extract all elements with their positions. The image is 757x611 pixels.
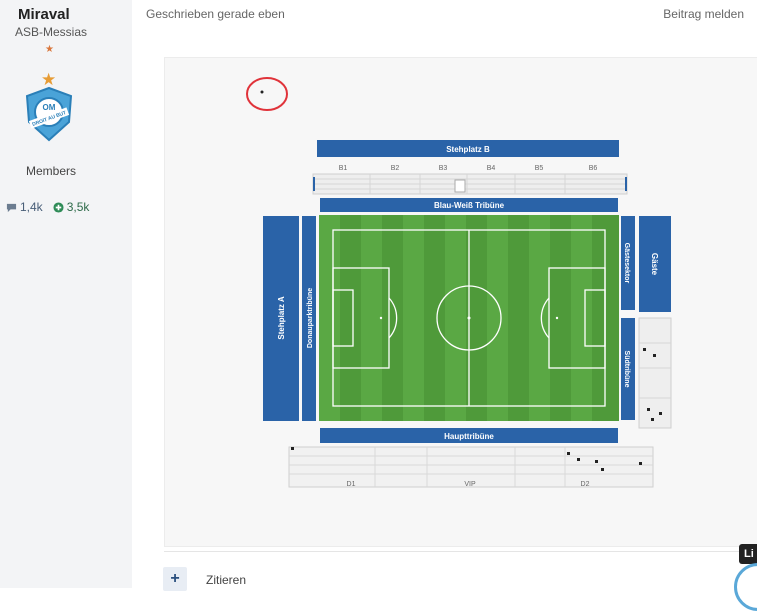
block-d2: D2	[581, 481, 590, 488]
svg-text:OM: OM	[43, 103, 56, 112]
block-b6: B6	[589, 165, 598, 172]
haupttribuene-label: Haupttribüne	[444, 432, 494, 441]
tooltip: Li	[739, 544, 757, 564]
block-b4: B4	[487, 165, 496, 172]
user-group: Members	[26, 164, 77, 178]
stadium-map: Stehplatz B B1 B2 B3 B4 B5 B6 Blau-Weiß …	[246, 77, 672, 488]
stehplatz-a-label: Stehplatz A	[277, 296, 286, 339]
block-b1: B1	[339, 165, 348, 172]
seating-rows-right	[638, 317, 672, 429]
block-d1: D1	[347, 481, 356, 488]
floating-action-button[interactable]	[734, 563, 757, 611]
gaeste-label: Gäste	[650, 253, 659, 276]
annotation-dot	[260, 90, 264, 94]
post-date[interactable]: Geschrieben gerade eben	[146, 7, 285, 21]
quote-image-box: Stehplatz B B1 B2 B3 B4 B5 B6 Blau-Weiß …	[164, 57, 757, 547]
speech-bubble-icon	[6, 203, 17, 212]
multiquote-button[interactable]: +	[163, 567, 187, 591]
block-b3: B3	[439, 165, 448, 172]
messages-stat[interactable]: 1,4k	[6, 200, 43, 214]
block-b2: B2	[391, 165, 400, 172]
reactions-stat[interactable]: 3,5k	[53, 200, 90, 214]
user-stats: 1,4k 3,5k	[6, 200, 89, 214]
blau-weiss-label: Blau-Weiß Tribüne	[434, 201, 505, 210]
user-sidebar: Miraval ASB-Messias ★ ★ OM DROIT AU BUT …	[0, 0, 132, 588]
cite-button[interactable]: Zitieren	[206, 573, 246, 587]
post-divider	[164, 551, 757, 552]
block-vip: VIP	[464, 481, 476, 488]
report-link[interactable]: Beitrag melden	[663, 7, 744, 21]
user-title: ASB-Messias	[15, 25, 88, 39]
plus-circle-icon	[53, 201, 64, 213]
stehplatz-b-label: Stehplatz B	[446, 145, 490, 154]
annotation-circle	[246, 77, 288, 111]
avatar[interactable]: OM DROIT AU BUT	[23, 84, 75, 144]
donaupark-label: Donauparktribüne	[307, 288, 314, 348]
messages-count: 1,4k	[20, 200, 43, 214]
reactions-count: 3,5k	[66, 200, 90, 214]
username[interactable]: Miraval	[18, 6, 70, 23]
gaestesektor-label: Gästesektor	[623, 243, 630, 284]
block-b5: B5	[535, 165, 544, 172]
suedtribuene-label: Südtribüne	[623, 351, 630, 388]
star-icon: ★	[45, 44, 54, 55]
